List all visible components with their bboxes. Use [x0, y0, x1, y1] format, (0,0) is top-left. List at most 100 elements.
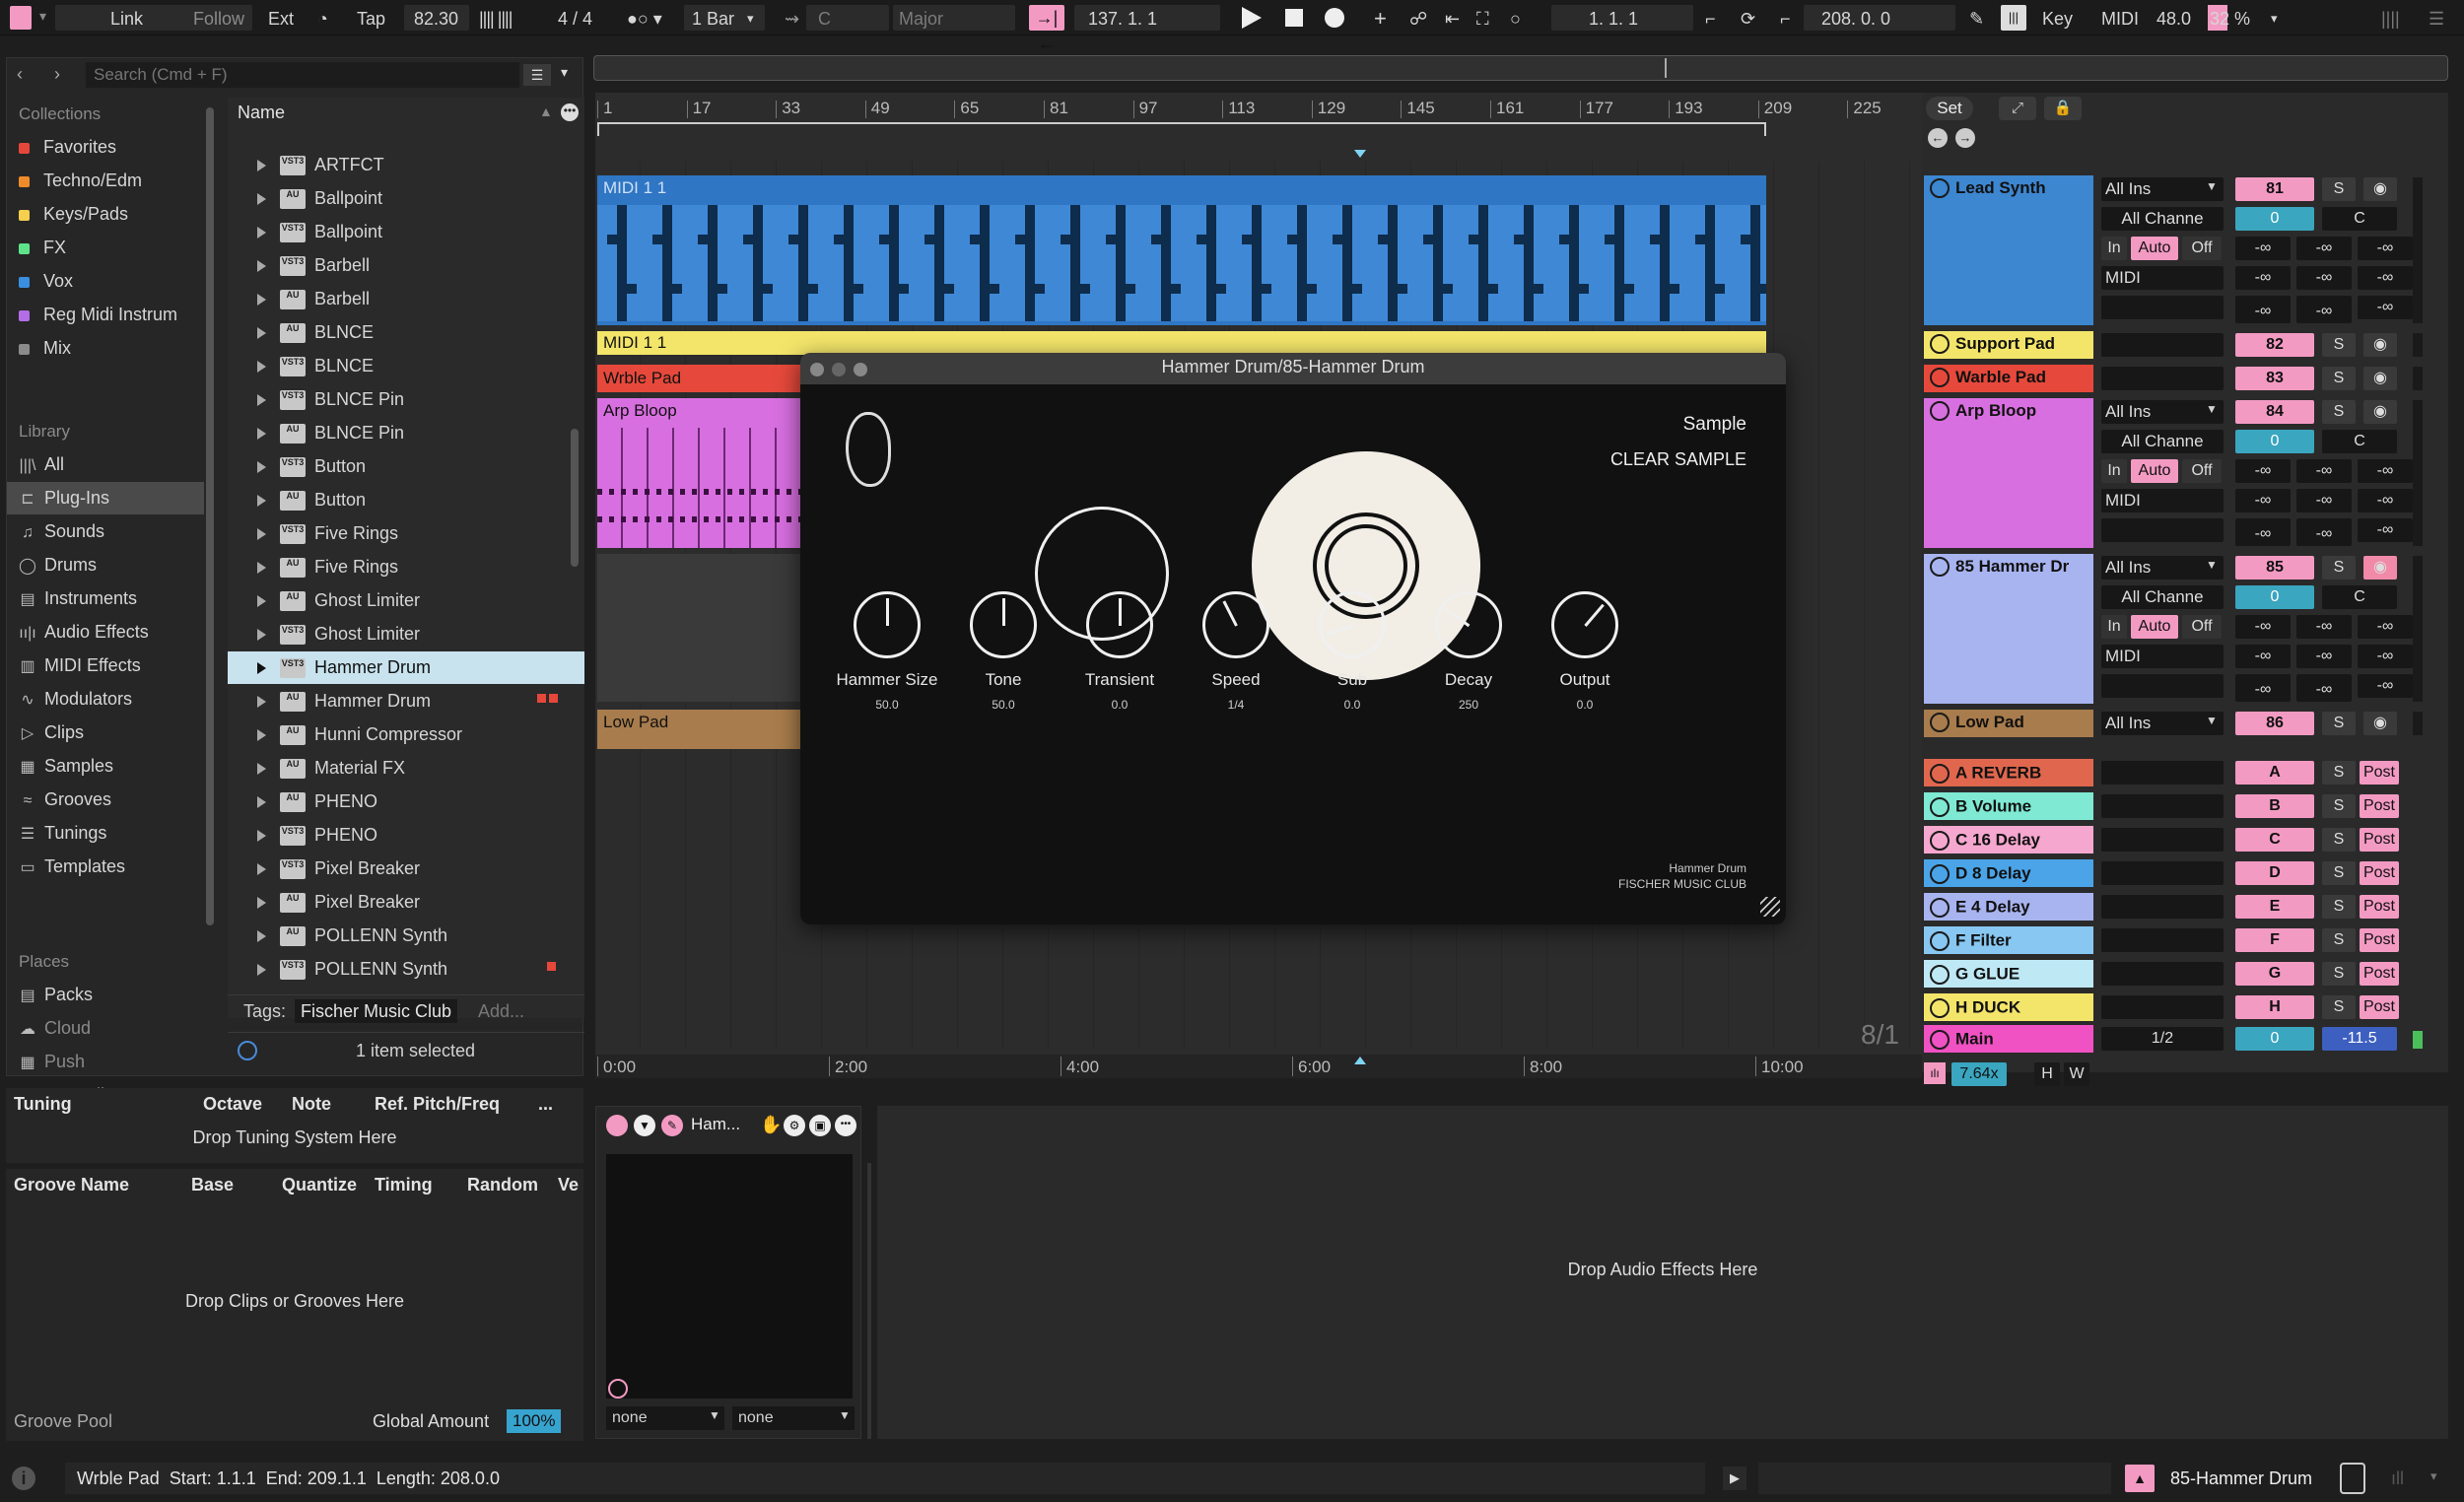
return-track-header[interactable]: F Filter	[1924, 926, 2093, 954]
expand-arrow-icon[interactable]	[257, 696, 266, 709]
midi-output-dropdown[interactable]: MIDI	[2101, 266, 2224, 290]
send-level-field[interactable]: -∞	[2235, 459, 2291, 483]
expand-arrow-icon[interactable]	[257, 964, 266, 977]
device-settings-icon[interactable]: ⚙	[784, 1115, 805, 1136]
pan-field[interactable]: C	[2322, 430, 2397, 453]
groove-column-header[interactable]: Ve	[558, 1175, 579, 1195]
expand-arrow-icon[interactable]	[257, 160, 266, 172]
key-dropdown[interactable]: C	[818, 6, 831, 32]
solo-button[interactable]: S	[2322, 861, 2356, 885]
pan-field[interactable]: C	[2322, 207, 2397, 231]
groove-column-header[interactable]: Quantize	[282, 1175, 357, 1195]
expand-arrow-icon[interactable]	[257, 461, 266, 474]
send-level-field[interactable]: -∞	[2296, 237, 2352, 260]
automation-arm-icon[interactable]: ☍	[1409, 6, 1427, 32]
device-more-icon[interactable]: •••	[835, 1115, 856, 1136]
track-fold-icon[interactable]	[1930, 334, 1950, 354]
resize-handle-icon[interactable]	[1760, 897, 1780, 917]
arm-record-icon[interactable]: ◉	[2363, 333, 2397, 357]
post-button[interactable]: Post	[2360, 761, 2399, 785]
volume-field[interactable]: 0	[2235, 430, 2314, 453]
send-level-field[interactable]: -∞	[2358, 266, 2413, 290]
return-input-field[interactable]	[2101, 895, 2224, 919]
list-scrollbar[interactable]	[571, 429, 579, 567]
chevron-down-icon[interactable]: ▾	[39, 8, 46, 25]
collection-item[interactable]: Vox	[7, 265, 204, 298]
send-level-field[interactable]: -∞	[2235, 266, 2291, 290]
track-activator-button[interactable]: 85	[2235, 556, 2314, 580]
plugin-list-item[interactable]: AU Material FX	[228, 752, 584, 785]
track-fold-icon[interactable]	[1930, 557, 1950, 577]
plugin-list-item[interactable]: AU Button	[228, 484, 584, 516]
back-to-arrangement-icon[interactable]: ⇤	[1445, 6, 1460, 32]
collection-item[interactable]: FX	[7, 232, 204, 264]
track-fold-icon[interactable]	[1930, 713, 1950, 732]
library-item[interactable]: ◯ Drums	[7, 549, 204, 581]
tempo-field[interactable]: 82.30	[414, 6, 458, 32]
expand-arrow-icon[interactable]	[257, 562, 266, 575]
time-ruler[interactable]: 0:00 2:00 4:00 6:00 8:00 10:00	[595, 1055, 1922, 1078]
play-icon[interactable]	[1242, 7, 1262, 29]
nudge-icon[interactable]: |||| ||||	[479, 6, 513, 32]
plugin-list-item[interactable]: VST3 Ghost Limiter	[228, 618, 584, 650]
post-button[interactable]: Post	[2360, 828, 2399, 852]
library-item[interactable]: ▥ MIDI Effects	[7, 649, 204, 682]
send-level-field[interactable]: -∞	[2358, 615, 2413, 639]
device-fold-icon[interactable]: ▼	[634, 1115, 655, 1136]
input-channel-dropdown[interactable]: All Channe	[2101, 585, 2224, 609]
monitor-in-button[interactable]: In	[2101, 615, 2127, 639]
plugin-list-item[interactable]: VST3 Hammer Drum	[228, 651, 584, 684]
playhead-marker[interactable]	[1354, 150, 1366, 158]
forward-arrow-icon[interactable]: ›	[54, 64, 60, 85]
knob-speed[interactable]	[1202, 591, 1269, 658]
send-level-field[interactable]: -∞	[2296, 300, 2352, 323]
device-name[interactable]: Ham...	[691, 1115, 740, 1134]
expand-arrow-icon[interactable]	[257, 763, 266, 776]
send-level-field[interactable]: -∞	[2235, 615, 2291, 639]
output-channel-field[interactable]	[2101, 518, 2224, 542]
chevron-down-icon[interactable]: ▾	[2430, 1468, 2437, 1484]
send-level-field[interactable]: -∞	[2358, 489, 2413, 512]
return-activator-button[interactable]: D	[2235, 861, 2314, 885]
library-item[interactable]: ☰ Tunings	[7, 817, 204, 850]
lock-icon[interactable]: 🔒	[2044, 97, 2082, 120]
send-level-field[interactable]: -∞	[2296, 645, 2352, 668]
groove-column-header[interactable]: Groove Name	[14, 1175, 129, 1195]
midi-output-dropdown[interactable]: MIDI	[2101, 489, 2224, 512]
expand-arrow-icon[interactable]	[257, 428, 266, 441]
library-item[interactable]: ♫ Sounds	[7, 515, 204, 548]
send-level-field[interactable]: -∞	[2358, 237, 2413, 260]
plugin-list-item[interactable]: AU Five Rings	[228, 551, 584, 583]
expand-arrow-icon[interactable]	[257, 830, 266, 843]
track-fold-icon[interactable]	[1930, 897, 1950, 918]
track-activator-button[interactable]: 83	[2235, 367, 2314, 390]
groove-column-header[interactable]: Random	[467, 1175, 538, 1195]
audio-effects-drop-zone[interactable]: Drop Audio Effects Here	[877, 1106, 2448, 1439]
expand-arrow-icon[interactable]	[257, 193, 266, 206]
track-header[interactable]: Low Pad	[1924, 710, 2093, 737]
plugin-list-item[interactable]: VST3 Pixel Breaker	[228, 853, 584, 885]
tuning-drop-zone[interactable]: Drop Tuning System Here	[6, 1127, 583, 1148]
follow-action-icon[interactable]: ⇝	[785, 6, 799, 32]
overdub-icon[interactable]: +	[1374, 6, 1387, 32]
back-arrow-icon[interactable]: ‹	[17, 64, 23, 85]
track-header[interactable]: Support Pad	[1924, 331, 2093, 359]
plugin-list-item[interactable]: AU Ghost Limiter	[228, 584, 584, 617]
collection-item[interactable]: Mix	[7, 332, 204, 365]
more-options-icon[interactable]: •••	[561, 103, 579, 121]
send-level-field[interactable]: -∞	[2358, 518, 2413, 542]
play-icon[interactable]: ▶	[1723, 1467, 1746, 1490]
send-level-field[interactable]: -∞	[2296, 459, 2352, 483]
name-column-header[interactable]: Name	[238, 98, 285, 127]
send-level-field[interactable]: -∞	[2235, 489, 2291, 512]
send-level-field[interactable]: -∞	[2358, 645, 2413, 668]
draw-mode-icon[interactable]: ✎	[1969, 6, 1984, 32]
solo-button[interactable]: S	[2322, 895, 2356, 919]
input-type-dropdown[interactable]	[2101, 367, 2224, 390]
menu-icon[interactable]: ☰	[2429, 6, 2444, 32]
app-logo-icon[interactable]	[10, 6, 32, 30]
solo-button[interactable]: S	[2322, 995, 2356, 1019]
arrangement-record-icon[interactable]: →|←	[1029, 5, 1064, 53]
return-activator-button[interactable]: G	[2235, 962, 2314, 986]
expand-arrow-icon[interactable]	[257, 327, 266, 340]
